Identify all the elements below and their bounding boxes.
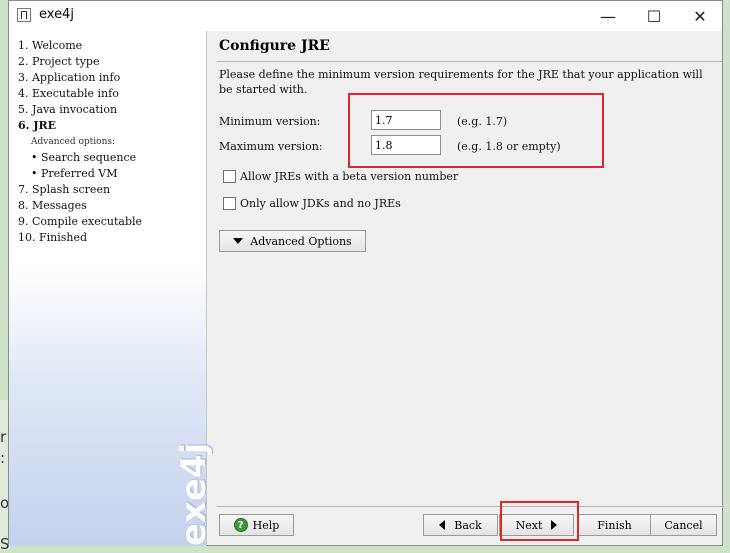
background-text-fragment: r [0,428,7,446]
only-jdk-checkbox[interactable] [223,197,236,210]
minimize-button[interactable]: — [585,1,631,31]
background-text-fragment: : [0,449,6,467]
advanced-options-button[interactable]: Advanced Options [219,230,366,252]
step-application-info[interactable]: 3. Application info [18,71,120,84]
allow-beta-jre-option[interactable]: Allow JREs with a beta version number [223,170,458,183]
arrow-left-icon [439,520,446,530]
step-welcome[interactable]: 1. Welcome [18,39,82,52]
only-jdk-label: Only allow JDKs and no JREs [240,197,401,210]
step-project-type[interactable]: 2. Project type [18,55,99,68]
help-icon: ? [233,518,248,532]
step-preferred-vm[interactable]: • Preferred VM [31,167,118,180]
finish-label: Finish [597,518,632,532]
step-compile-executable[interactable]: 9. Compile executable [18,215,142,228]
close-button[interactable]: ✕ [677,1,723,31]
maximize-button[interactable]: ☐ [631,1,677,31]
step-finished[interactable]: 10. Finished [18,231,87,244]
finish-button[interactable]: Finish [577,514,652,536]
allow-beta-jre-checkbox[interactable] [223,170,236,183]
next-button-highlight-box [500,501,579,541]
exe4j-app-icon [17,8,31,22]
cancel-label: Cancel [664,518,703,532]
only-jdk-option[interactable]: Only allow JDKs and no JREs [223,197,401,210]
footer-divider [217,506,724,507]
step-splash-screen[interactable]: 7. Splash screen [18,183,110,196]
advanced-options-heading: Advanced options: [31,137,116,147]
exe4j-window: exe4j — ☐ ✕ 1. Welcome 2. Project type 3… [8,0,724,546]
exe4j-brand-logo: exe4j [169,441,214,551]
page-title: Configure JRE [219,38,330,54]
back-label: Back [454,518,482,532]
wizard-steps-sidebar: 1. Welcome 2. Project type 3. Applicatio… [9,31,214,546]
cancel-button[interactable]: Cancel [650,514,717,536]
advanced-options-label: Advanced Options [250,234,352,248]
step-java-invocation[interactable]: 5. Java invocation [18,103,117,116]
back-button[interactable]: Back [423,514,498,536]
triangle-down-icon [233,238,244,244]
step-messages[interactable]: 8. Messages [18,199,87,212]
brand-text: exe4j [174,442,214,546]
version-fields-highlight-box [348,93,604,168]
title-divider [217,61,722,62]
window-title: exe4j [39,7,74,22]
maximum-version-label: Maximum version: [219,140,323,153]
help-label: Help [252,518,280,532]
step-executable-info[interactable]: 4. Executable info [18,87,119,100]
step-jre-active[interactable]: 6. JRE [18,119,56,132]
allow-beta-jre-label: Allow JREs with a beta version number [240,170,459,183]
help-button[interactable]: ? Help [219,514,294,536]
minimum-version-label: Minimum version: [219,115,321,128]
title-bar[interactable]: exe4j — ☐ ✕ [9,1,722,31]
step-search-sequence[interactable]: • Search sequence [31,151,136,164]
